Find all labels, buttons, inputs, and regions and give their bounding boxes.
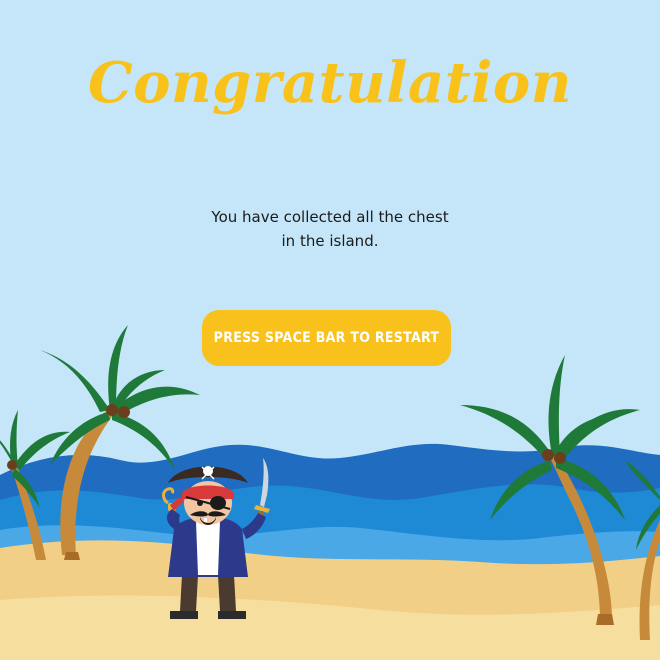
restart-button[interactable]: PRESS SPACE BAR TO RESTART	[202, 310, 451, 366]
message-line-1: You have collected all the chest	[211, 208, 449, 226]
completion-message: You have collected all the chest in the …	[180, 205, 480, 253]
congratulation-title: Congratulation	[88, 50, 572, 116]
game-over-screen: Congratulation You have collected all th…	[0, 0, 660, 660]
message-line-2: in the island.	[281, 232, 379, 250]
